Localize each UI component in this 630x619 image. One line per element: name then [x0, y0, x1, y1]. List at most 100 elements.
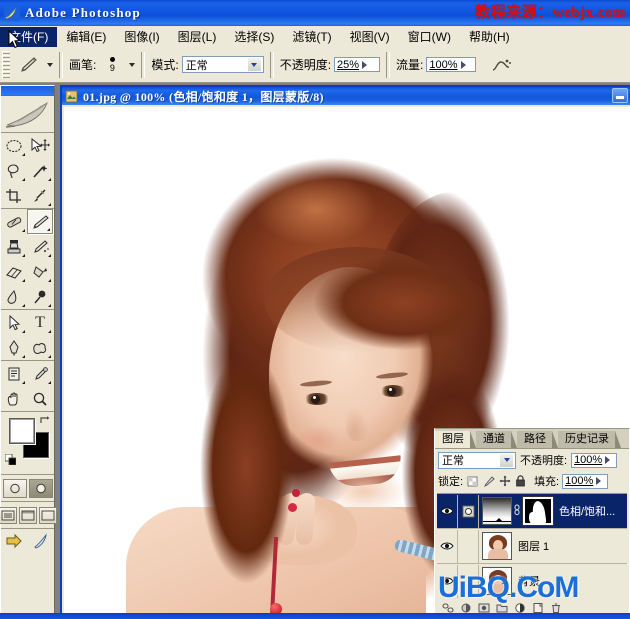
options-bar-grip[interactable] [2, 50, 10, 79]
layer-list[interactable]: 色相/饱和... 图层 1 背景 [437, 493, 627, 598]
tab-layers[interactable]: 图层 [435, 431, 476, 448]
layer-thumbnail-portrait[interactable] [482, 532, 512, 560]
lock-image-icon[interactable] [482, 475, 495, 488]
healing-brush-tool[interactable] [1, 209, 27, 234]
table-row[interactable]: 色相/饱和... [437, 494, 627, 529]
path-selection-tool[interactable] [1, 310, 27, 335]
blur-tool-flyout-corner[interactable] [22, 304, 25, 307]
standard-screen-mode-button[interactable] [0, 506, 17, 524]
swap-colors-icon[interactable] [39, 415, 50, 426]
layer-link-toggle[interactable] [458, 494, 479, 528]
dodge-tool-flyout-corner[interactable] [48, 304, 51, 307]
flow-stepper-arrow[interactable] [460, 60, 466, 69]
layer-visibility-toggle[interactable] [437, 564, 458, 598]
mask-link-icon[interactable] [512, 504, 521, 519]
crop-tool[interactable] [1, 183, 27, 208]
layer-link-toggle[interactable] [458, 529, 479, 563]
dodge-tool[interactable] [27, 284, 53, 309]
menu-help[interactable]: 帮助(H) [460, 27, 519, 47]
standard-mask-mode-button[interactable] [2, 478, 27, 498]
blur-tool[interactable] [1, 284, 27, 309]
pen-tool-flyout-corner[interactable] [22, 355, 25, 358]
layer-thumbnail-adjustment[interactable] [482, 497, 512, 525]
brush-tool-preset-arrow[interactable] [47, 62, 53, 67]
layer-opacity-stepper[interactable] [605, 456, 611, 464]
magic-wand-flyout-corner[interactable] [48, 178, 51, 181]
layer-mask-thumbnail[interactable] [522, 496, 554, 526]
marquee-tool[interactable] [1, 133, 27, 158]
layer-visibility-toggle[interactable] [437, 529, 458, 563]
menubar[interactable]: 文件(F) 编辑(E) 图像(I) 图层(L) 选择(S) 滤镜(T) 视图(V… [0, 26, 630, 48]
menu-filter[interactable]: 滤镜(T) [283, 27, 340, 47]
lasso-tool[interactable] [1, 158, 27, 183]
lock-transparency-icon[interactable] [466, 475, 479, 488]
jump-to-imageready-button[interactable] [4, 532, 28, 552]
eraser-tool-flyout-corner[interactable] [22, 279, 25, 282]
type-tool[interactable]: T [27, 310, 53, 335]
toolbox-drag-header[interactable] [1, 86, 54, 96]
gradient-tool-flyout-corner[interactable] [48, 279, 51, 282]
clone-stamp-tool[interactable] [1, 234, 27, 259]
layer-fill-input[interactable]: 100% [562, 473, 609, 489]
tab-paths[interactable]: 路径 [517, 431, 558, 448]
type-tool-flyout-corner[interactable] [48, 330, 51, 333]
tab-history[interactable]: 历史记录 [558, 431, 621, 448]
eyedropper-flyout-corner[interactable] [48, 381, 51, 384]
flow-input[interactable]: 100% [426, 57, 477, 72]
opacity-stepper-arrow[interactable] [362, 60, 368, 69]
menu-layer[interactable]: 图层(L) [169, 27, 226, 47]
quick-mask-mode-button[interactable] [28, 478, 53, 498]
clone-stamp-flyout-corner[interactable] [22, 254, 25, 257]
layer-blend-mode-select[interactable]: 正常 [438, 451, 516, 469]
zoom-tool[interactable] [27, 386, 53, 411]
notes-tool-flyout-corner[interactable] [22, 381, 25, 384]
brush-tool-icon[interactable] [13, 52, 43, 78]
shape-tool[interactable] [27, 335, 53, 360]
layer-link-toggle[interactable] [458, 564, 479, 598]
layer-opacity-input[interactable]: 100% [571, 452, 618, 468]
brush-picker-arrow[interactable] [129, 62, 136, 67]
menu-view[interactable]: 视图(V) [341, 27, 399, 47]
imageready-icon[interactable] [30, 532, 52, 552]
pen-tool[interactable] [1, 335, 27, 360]
menu-image[interactable]: 图像(I) [115, 27, 168, 47]
lasso-tool-flyout-corner[interactable] [22, 178, 25, 181]
chevron-down-icon[interactable] [499, 452, 514, 468]
eraser-tool[interactable] [1, 259, 27, 284]
full-screen-mode-button[interactable] [38, 506, 57, 524]
healing-tool-flyout-corner[interactable] [22, 229, 25, 232]
lock-all-icon[interactable] [514, 475, 527, 488]
brush-tool-flyout-corner[interactable] [47, 228, 50, 231]
menu-edit[interactable]: 编辑(E) [57, 27, 115, 47]
table-row[interactable]: 背景 [437, 564, 627, 598]
magic-wand-tool[interactable] [27, 158, 53, 183]
layer-fill-stepper[interactable] [596, 477, 602, 485]
marquee-tool-flyout-corner[interactable] [22, 153, 25, 156]
brush-tool[interactable] [27, 209, 53, 234]
eyedropper-tool[interactable] [27, 361, 53, 386]
notes-tool[interactable] [1, 361, 27, 386]
minimize-button[interactable] [612, 88, 628, 103]
blend-mode-select[interactable]: 正常 [181, 56, 264, 73]
history-brush-flyout-corner[interactable] [48, 254, 51, 257]
airbrush-icon[interactable] [486, 52, 516, 78]
menu-window[interactable]: 窗口(W) [399, 27, 460, 47]
history-brush-tool[interactable] [27, 234, 53, 259]
default-colors-icon[interactable] [4, 453, 17, 466]
layer-visibility-toggle[interactable] [437, 494, 458, 528]
slice-tool[interactable] [27, 183, 53, 208]
slice-tool-flyout-corner[interactable] [48, 203, 51, 206]
gradient-tool[interactable] [27, 259, 53, 284]
table-row[interactable]: 图层 1 [437, 529, 627, 564]
lock-position-icon[interactable] [498, 475, 511, 488]
path-selection-flyout-corner[interactable] [22, 330, 25, 333]
brush-preview[interactable]: 9 [99, 52, 125, 78]
foreground-color-swatch[interactable] [9, 418, 35, 444]
tab-channels[interactable]: 通道 [476, 431, 517, 448]
full-screen-menubar-mode-button[interactable] [18, 506, 37, 524]
layer-thumbnail-background[interactable] [482, 567, 512, 595]
opacity-input[interactable]: 25% [334, 57, 381, 72]
menu-file[interactable]: 文件(F) [0, 26, 58, 47]
document-titlebar[interactable]: 01.jpg @ 100% (色相/饱和度 1，图层蒙版/8) [62, 87, 630, 105]
move-tool[interactable] [27, 133, 53, 158]
